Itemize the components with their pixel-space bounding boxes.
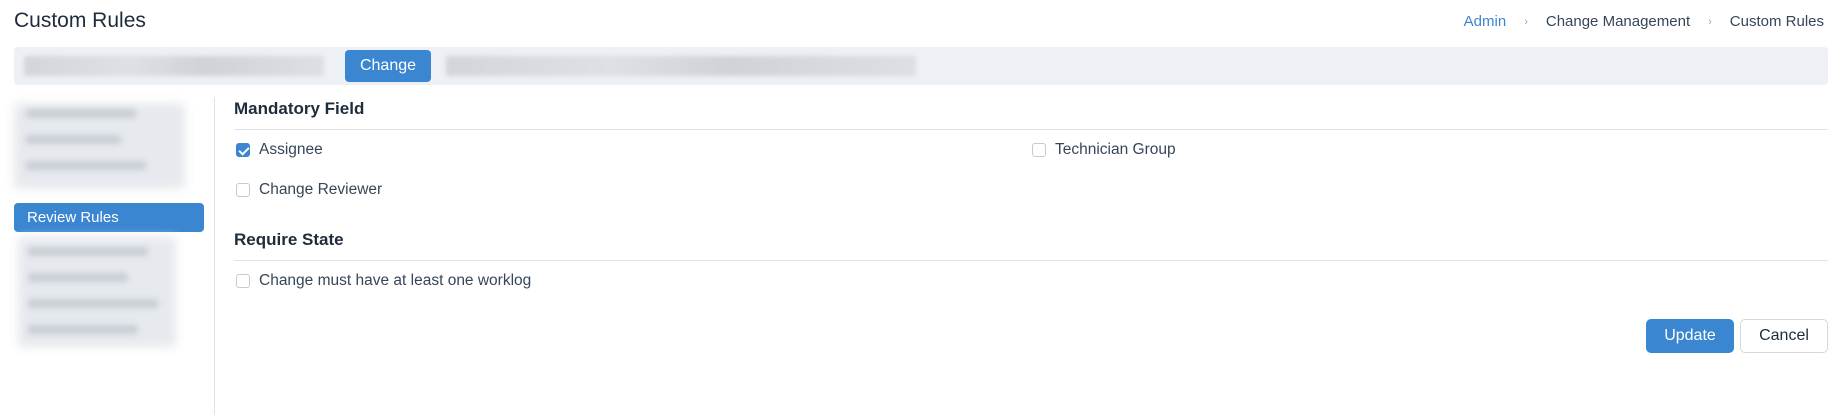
blurred-nav-item bbox=[28, 273, 128, 282]
blurred-module-tabs-right bbox=[446, 56, 916, 76]
checkbox-technician-group[interactable]: Technician Group bbox=[1032, 141, 1176, 159]
checkbox-label: Technician Group bbox=[1055, 141, 1176, 158]
update-button[interactable]: Update bbox=[1646, 319, 1734, 353]
cancel-button[interactable]: Cancel bbox=[1740, 319, 1828, 353]
blurred-nav-item bbox=[28, 299, 158, 308]
checkbox-control[interactable] bbox=[236, 183, 250, 197]
chevron-right-icon: › bbox=[1524, 15, 1528, 28]
blurred-nav-item bbox=[26, 109, 136, 118]
section-title-mandatory: Mandatory Field bbox=[234, 99, 365, 118]
divider bbox=[234, 260, 1828, 261]
checkbox-label: Change must have at least one worklog bbox=[259, 272, 532, 289]
checkbox-label: Change Reviewer bbox=[259, 181, 383, 198]
sidebar-item-review-rules[interactable]: Review Rules bbox=[14, 203, 204, 232]
checkbox-control[interactable] bbox=[236, 143, 250, 157]
sidebar: Review Rules bbox=[14, 97, 215, 415]
checkbox-worklog-required[interactable]: Change must have at least one worklog bbox=[236, 272, 531, 290]
breadcrumb-change-management: Change Management bbox=[1545, 13, 1691, 30]
checkbox-control[interactable] bbox=[1032, 143, 1046, 157]
change-module-button[interactable]: Change bbox=[345, 50, 431, 82]
checkbox-change-reviewer[interactable]: Change Reviewer bbox=[236, 181, 382, 199]
blurred-nav-item bbox=[26, 161, 146, 170]
breadcrumb-custom-rules: Custom Rules bbox=[1729, 13, 1824, 30]
module-toolbar: Change bbox=[14, 47, 1828, 85]
checkbox-control[interactable] bbox=[236, 274, 250, 288]
blurred-module-tabs-left bbox=[24, 56, 324, 76]
breadcrumb-admin[interactable]: Admin bbox=[1464, 13, 1507, 30]
page-title: Custom Rules bbox=[14, 9, 146, 32]
section-title-require-state: Require State bbox=[234, 230, 344, 249]
blurred-nav-item bbox=[28, 247, 148, 256]
blurred-nav-item bbox=[28, 325, 138, 334]
checkbox-assignee[interactable]: Assignee bbox=[236, 141, 323, 159]
chevron-right-icon: › bbox=[1708, 15, 1712, 28]
blurred-nav-item bbox=[26, 135, 121, 144]
divider bbox=[234, 129, 1828, 130]
breadcrumb: Admin › Change Management › Custom Rules bbox=[1464, 13, 1824, 30]
checkbox-label: Assignee bbox=[259, 141, 323, 158]
